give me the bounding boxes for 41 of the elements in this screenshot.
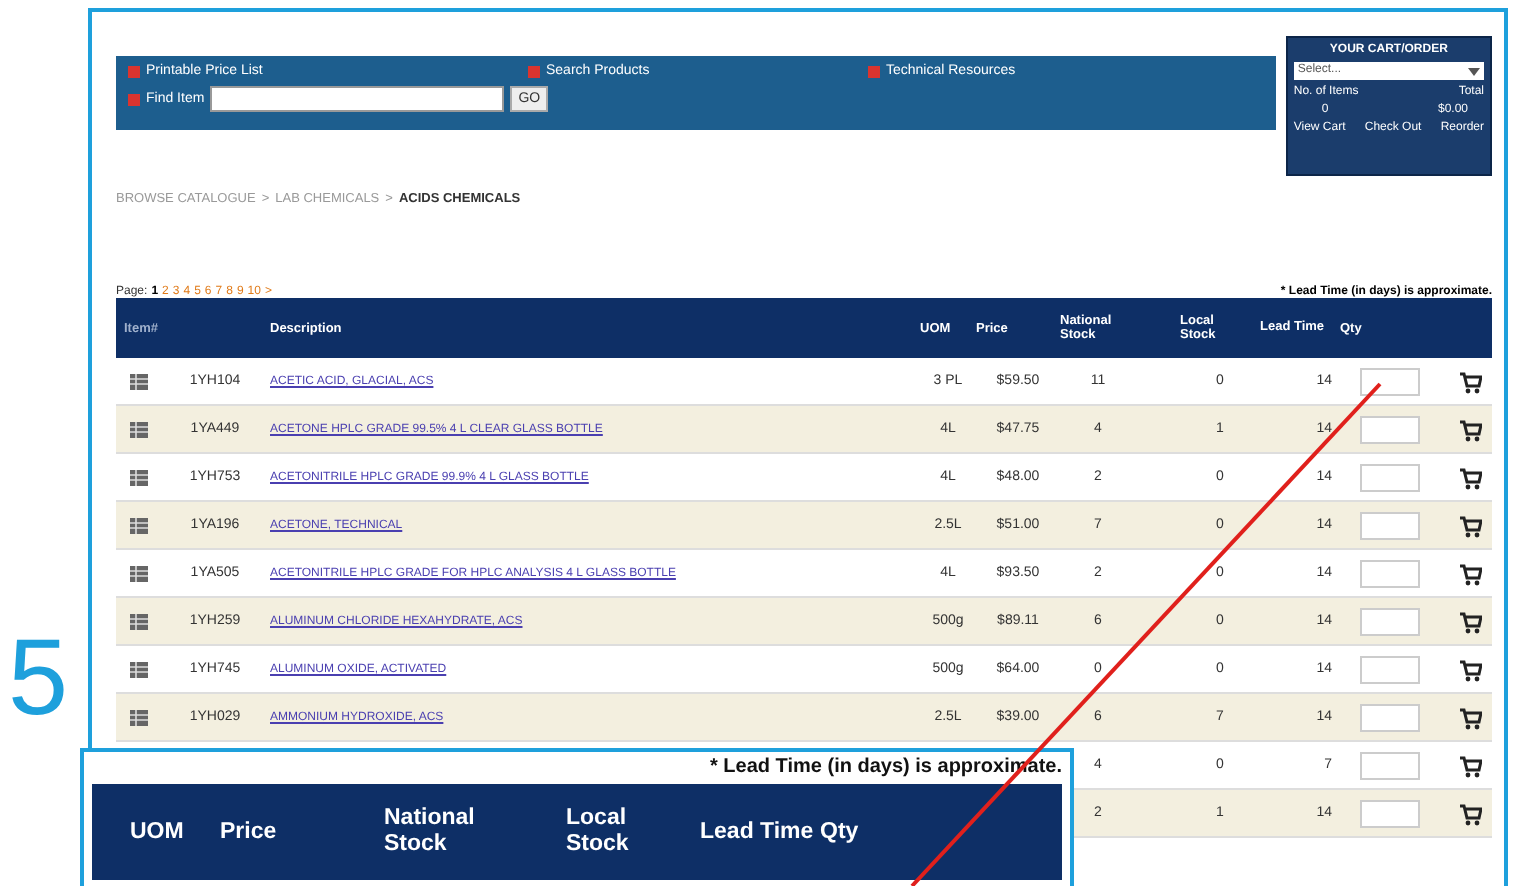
list-icon[interactable] bbox=[129, 709, 147, 725]
quantity-field[interactable] bbox=[1360, 559, 1420, 587]
column-header: Qty bbox=[820, 819, 861, 845]
list-icon[interactable] bbox=[129, 613, 147, 629]
column-header: Lead Time bbox=[700, 819, 816, 845]
bullet-icon bbox=[868, 65, 880, 77]
quantity-field[interactable] bbox=[1360, 703, 1420, 731]
bullet-icon bbox=[128, 93, 140, 105]
cart-icon[interactable] bbox=[1458, 369, 1482, 393]
column-header: National Stock bbox=[384, 806, 477, 858]
quantity-field[interactable] bbox=[1360, 415, 1420, 443]
search-field[interactable] bbox=[210, 86, 505, 112]
quantity-field[interactable] bbox=[1360, 655, 1420, 683]
dropdown-arrow-icon bbox=[1468, 65, 1480, 77]
column-header: Price bbox=[220, 819, 279, 845]
quantity-field[interactable] bbox=[1360, 463, 1420, 491]
list-icon[interactable] bbox=[129, 565, 147, 581]
cart-icon[interactable] bbox=[1458, 417, 1482, 441]
quantity-field[interactable] bbox=[1360, 607, 1420, 635]
quantity-field[interactable] bbox=[1360, 751, 1420, 779]
list-icon[interactable] bbox=[129, 661, 147, 677]
bullet-icon bbox=[128, 65, 140, 77]
list-icon[interactable] bbox=[129, 517, 147, 533]
cart-icon[interactable] bbox=[1458, 513, 1482, 537]
column-header: Local Stock bbox=[566, 806, 631, 858]
cart-icon[interactable] bbox=[1458, 753, 1482, 777]
step-number: 5 bbox=[8, 618, 69, 738]
cart-icon[interactable] bbox=[1458, 801, 1482, 825]
bullet-icon bbox=[528, 65, 540, 77]
list-icon[interactable] bbox=[129, 421, 147, 437]
column-header: UOM bbox=[130, 819, 186, 845]
quantity-field[interactable] bbox=[1360, 511, 1420, 539]
quantity-field[interactable] bbox=[1360, 367, 1420, 395]
cart-icon[interactable] bbox=[1458, 705, 1482, 729]
quantity-field[interactable] bbox=[1360, 799, 1420, 827]
list-icon[interactable] bbox=[129, 469, 147, 485]
list-icon[interactable] bbox=[129, 373, 147, 389]
cart-icon[interactable] bbox=[1458, 561, 1482, 585]
cart-icon[interactable] bbox=[1458, 657, 1482, 681]
cart-icon[interactable] bbox=[1458, 465, 1482, 489]
cart-icon[interactable] bbox=[1458, 609, 1482, 633]
